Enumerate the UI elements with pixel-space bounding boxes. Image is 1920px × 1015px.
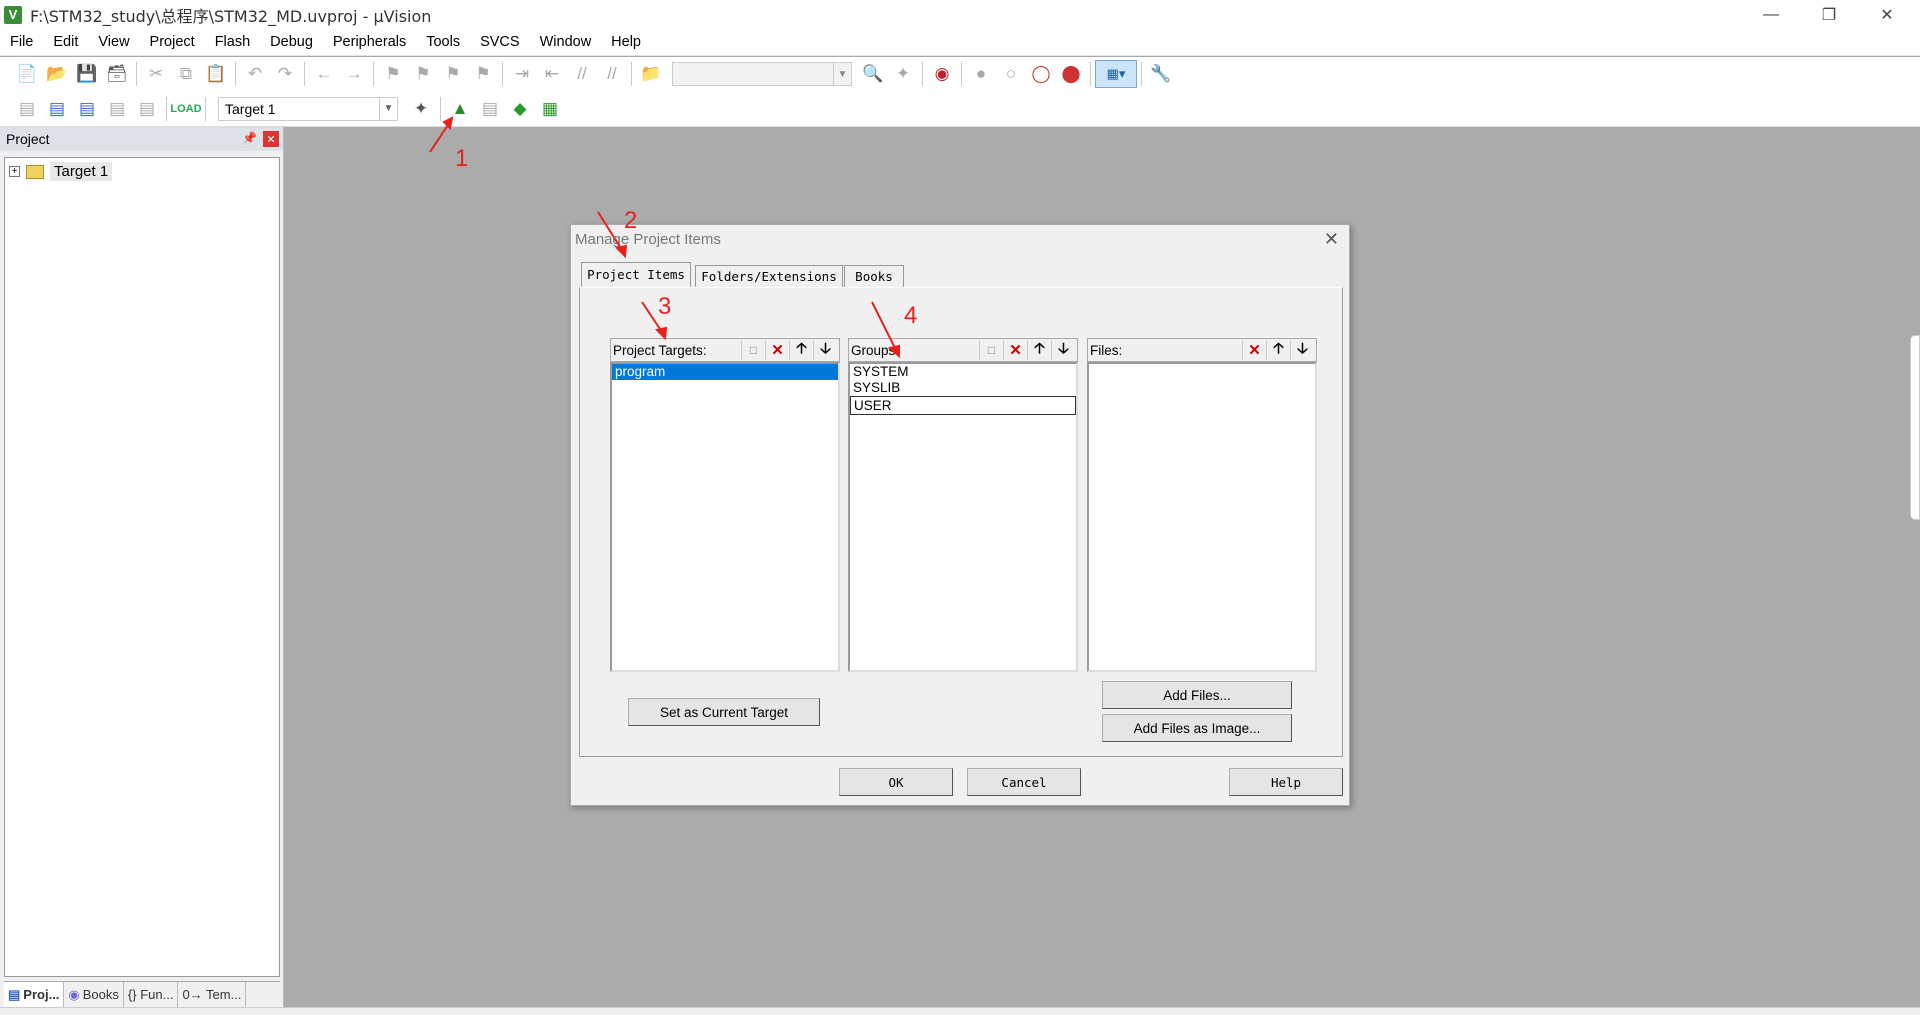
annotation-arrowhead-2 <box>615 244 628 259</box>
annotation-arrowhead-4 <box>887 344 900 359</box>
annotation-arrow-4 <box>871 301 897 351</box>
annotation-label-3: 3 <box>658 293 672 320</box>
annotation-label-2: 2 <box>624 207 638 234</box>
annotation-arrowhead-3 <box>655 326 668 341</box>
annotation-arrow-2 <box>597 211 623 251</box>
tab-project-items[interactable]: Project Items <box>581 262 691 287</box>
annotation-arrowhead-1 <box>442 116 454 131</box>
annotation-label-1: 1 <box>455 145 469 172</box>
annotation-arrow-1 <box>429 121 451 153</box>
annotation-label-4: 4 <box>904 302 918 329</box>
annotation-arrows <box>429 116 900 359</box>
